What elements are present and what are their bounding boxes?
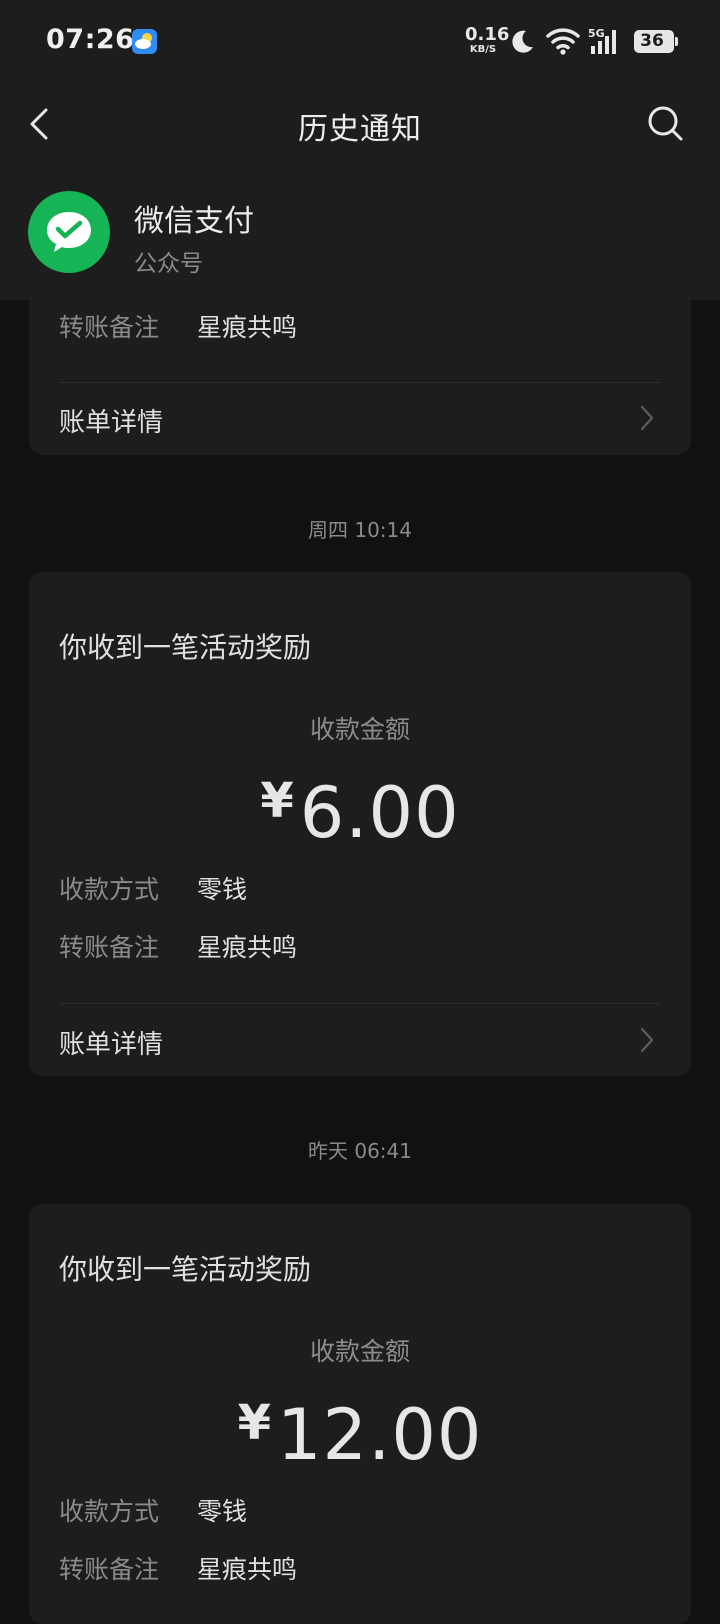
remark-value: 星痕共鸣 xyxy=(197,933,298,962)
weather-icon xyxy=(132,29,157,54)
bill-detail-link[interactable]: 账单详情 xyxy=(59,1024,163,1061)
remark-label: 转账备注 xyxy=(59,933,160,962)
currency-symbol: ¥ xyxy=(237,1395,271,1451)
message-title: 你收到一笔活动奖励 xyxy=(59,631,312,664)
message-card[interactable]: 你收到一笔活动奖励 收款金额 ¥6.00 收款方式 零钱 转账备注 星痕共鸣 账… xyxy=(29,572,691,1076)
battery-level: 36 xyxy=(640,31,664,51)
remark-value: 星痕共鸣 xyxy=(197,313,298,342)
message-card[interactable]: 你收到一笔活动奖励 收款金额 ¥12.00 收款方式 零钱 转账备注 星痕共鸣 xyxy=(29,1204,691,1624)
amount-label: 收款金额 xyxy=(309,1337,410,1366)
5g-signal-icon: 5G xyxy=(588,26,624,56)
divider xyxy=(59,382,661,383)
amount-label: 收款金额 xyxy=(309,715,410,744)
wifi-icon xyxy=(546,26,580,56)
amount: ¥6.00 xyxy=(29,777,691,848)
search-icon[interactable] xyxy=(646,104,686,144)
network-speed: 0.16 KB/S xyxy=(465,24,510,55)
payment-method-value: 零钱 xyxy=(197,1497,248,1526)
message-timestamp: 周四 10:14 xyxy=(308,518,412,542)
bill-detail-link[interactable]: 账单详情 xyxy=(59,402,163,439)
status-bar: 07:26 0.16 KB/S 5G 36 xyxy=(0,0,720,84)
page-title: 历史通知 xyxy=(298,112,422,147)
message-timestamp: 昨天 06:41 xyxy=(308,1139,412,1163)
status-time: 07:26 xyxy=(46,24,135,55)
svg-text:5G: 5G xyxy=(588,27,605,40)
payment-method-value: 零钱 xyxy=(197,875,248,904)
amount: ¥12.00 xyxy=(29,1399,691,1470)
divider xyxy=(59,1003,661,1004)
account-name[interactable]: 微信支付 xyxy=(134,196,254,240)
account-type: 公众号 xyxy=(134,251,203,277)
amount-value: 6.00 xyxy=(299,772,460,854)
payment-method-label: 收款方式 xyxy=(59,875,160,904)
network-speed-unit: KB/S xyxy=(469,44,497,55)
battery-icon: 36 xyxy=(634,30,674,53)
remark-label: 转账备注 xyxy=(59,313,160,342)
nav-bar: 历史通知 微信支付 公众号 xyxy=(0,84,720,300)
payment-method-label: 收款方式 xyxy=(59,1497,160,1526)
moon-icon xyxy=(508,28,536,56)
battery-nub xyxy=(675,37,678,46)
message-title: 你收到一笔活动奖励 xyxy=(59,1253,312,1286)
network-speed-value: 0.16 xyxy=(465,24,510,45)
remark-label: 转账备注 xyxy=(59,1555,160,1584)
currency-symbol: ¥ xyxy=(260,773,294,829)
chevron-right-icon[interactable] xyxy=(637,403,657,433)
wechat-pay-avatar[interactable] xyxy=(28,191,110,273)
amount-value: 12.00 xyxy=(277,1394,483,1476)
chevron-right-icon[interactable] xyxy=(637,1025,657,1055)
remark-value: 星痕共鸣 xyxy=(197,1555,298,1584)
